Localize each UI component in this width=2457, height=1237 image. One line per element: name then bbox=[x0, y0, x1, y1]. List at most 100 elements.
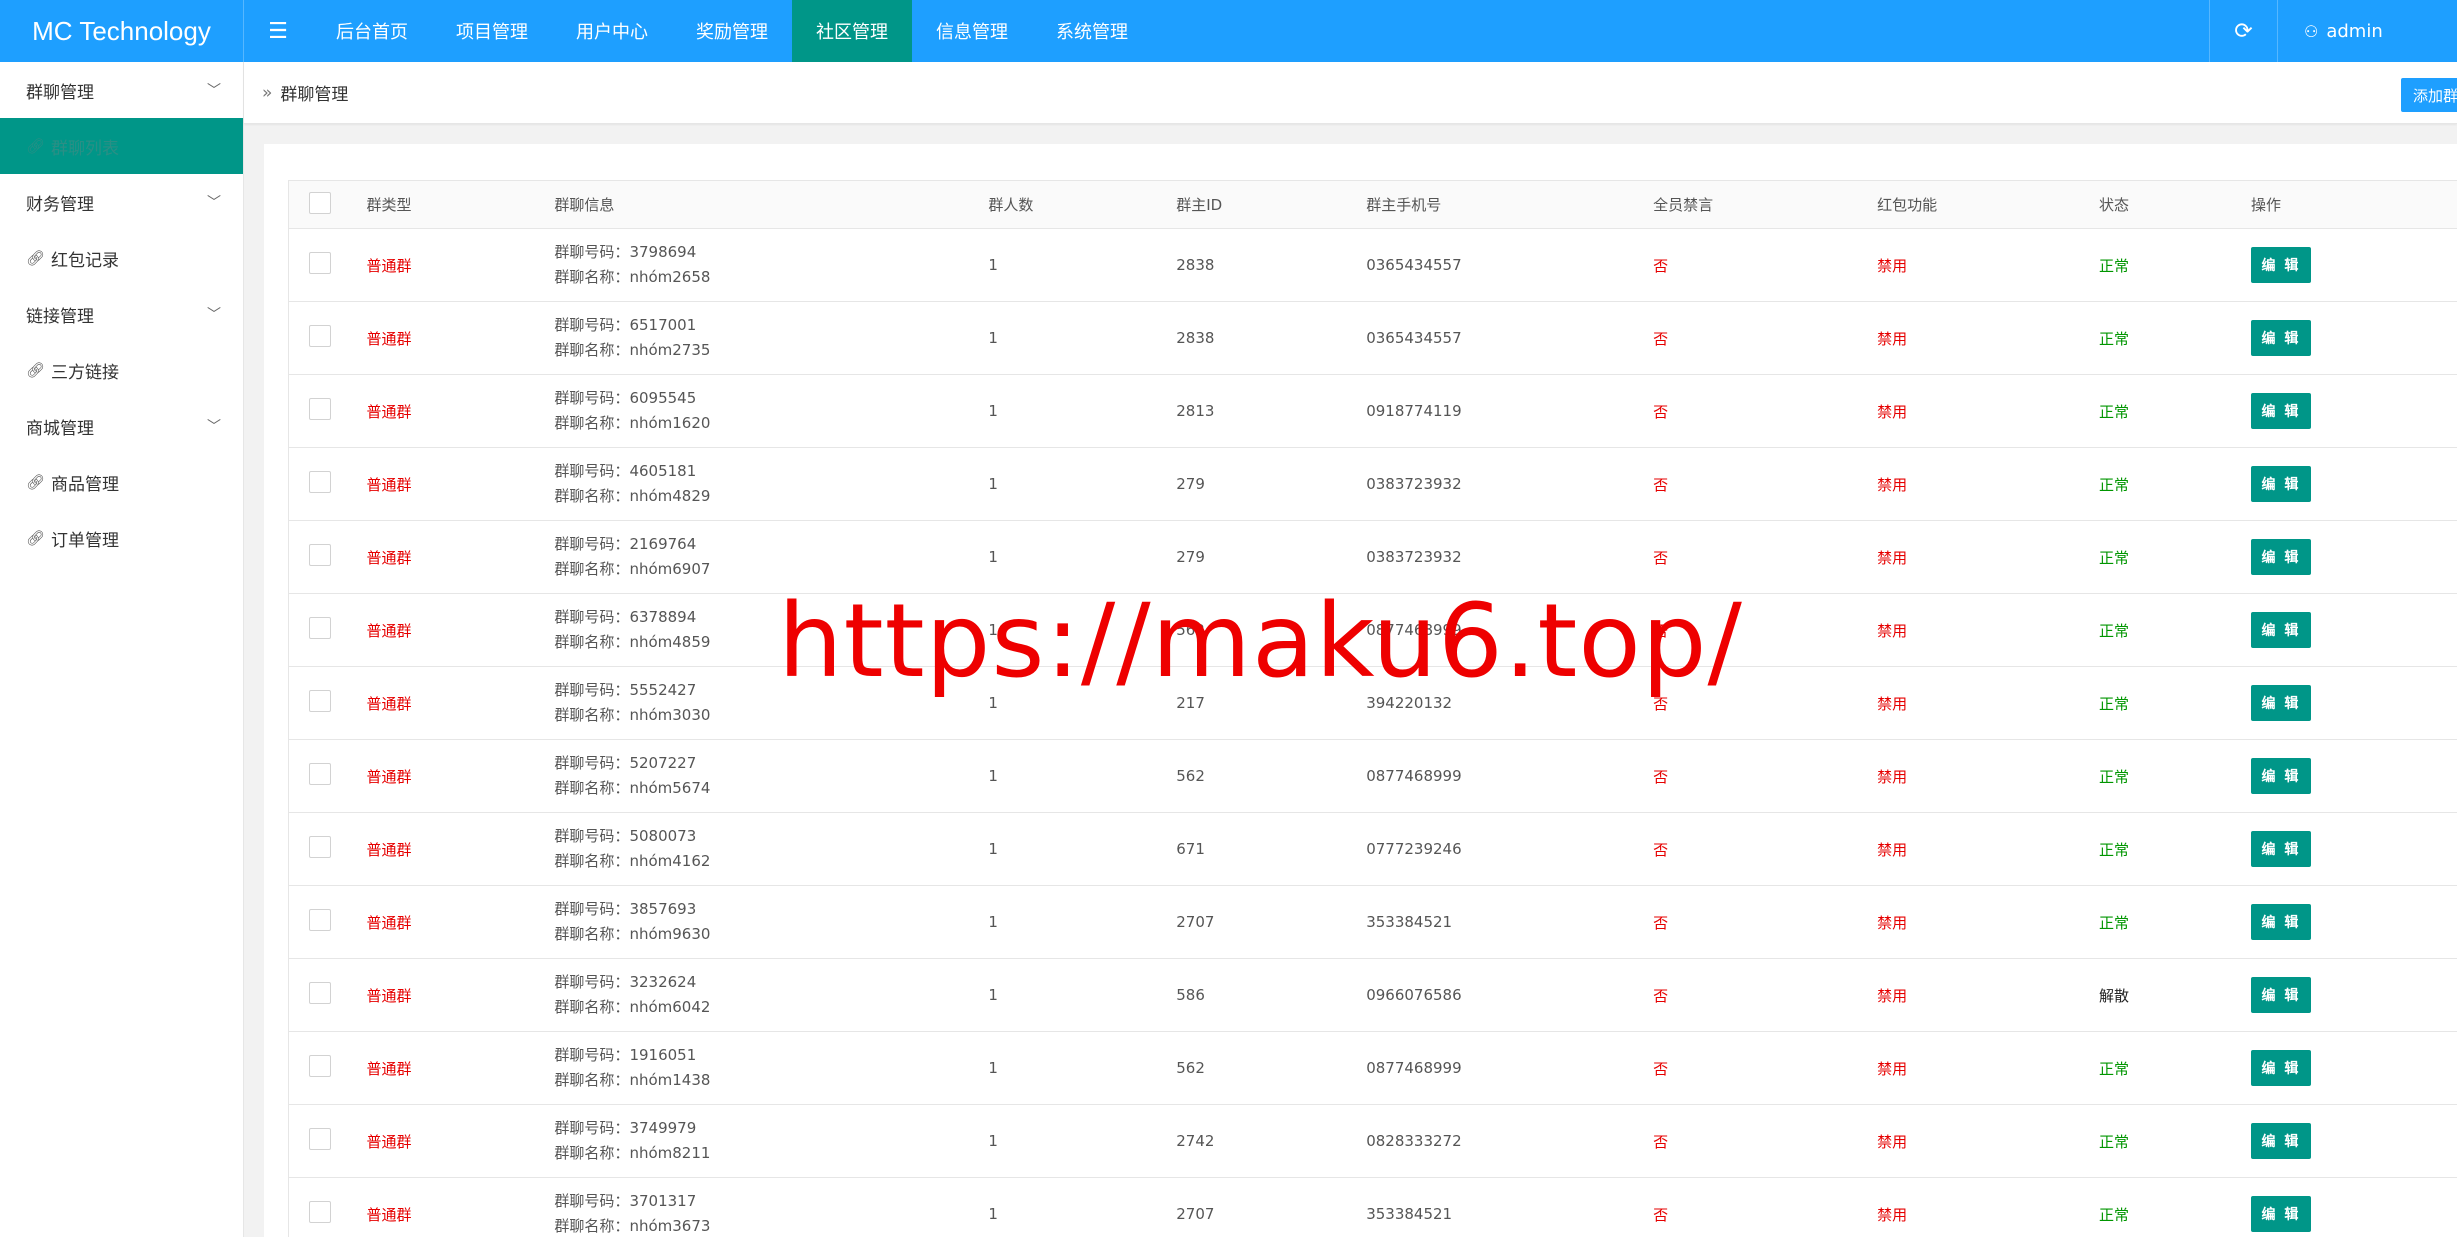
link-icon: 🔗︎ bbox=[26, 529, 46, 547]
group-name: 群聊名称：nhóm1438 bbox=[554, 1071, 711, 1089]
nav-users[interactable]: 用户中心 bbox=[552, 0, 672, 62]
sidebar-group-links[interactable]: 链接管理 ﹀ bbox=[0, 286, 243, 342]
actions-cell: 编 辑 bbox=[2250, 1178, 2457, 1237]
group-number: 群聊号码：6378894 bbox=[554, 608, 697, 626]
user-menu[interactable]: ⚇ admin bbox=[2277, 0, 2457, 62]
sidebar-item-redpacket[interactable]: 🔗︎ 红包记录 bbox=[0, 230, 243, 286]
group-type: 普通群 bbox=[366, 1205, 412, 1224]
sidebar-item-orders[interactable]: 🔗︎ 订单管理 bbox=[0, 510, 243, 566]
edit-button[interactable]: 编 辑 bbox=[2250, 685, 2311, 721]
main-content: » 群聊管理 添加群聊 群类型 群聊信息 bbox=[244, 62, 2457, 1237]
sidebar-group-mall[interactable]: 商城管理 ﹀ bbox=[0, 398, 243, 454]
group-type: 普通群 bbox=[366, 1132, 412, 1151]
actions-cell: 编 辑 bbox=[2250, 1105, 2457, 1178]
row-checkbox[interactable] bbox=[309, 1055, 331, 1077]
row-checkbox[interactable] bbox=[309, 617, 331, 639]
table-row: 普通群 群聊号码：5207227 群聊名称：nhóm5674 1 562 08774689… bbox=[288, 739, 2457, 813]
status-badge: 正常 bbox=[2099, 402, 2130, 421]
row-checkbox[interactable] bbox=[309, 325, 331, 347]
add-group-button[interactable]: 添加群聊 bbox=[2401, 78, 2457, 112]
row-checkbox[interactable] bbox=[309, 763, 331, 785]
group-info: 群聊号码：5552427 群聊名称：nhóm3030 bbox=[554, 667, 988, 740]
hamburger-icon[interactable]: ☰ bbox=[244, 0, 312, 62]
col-type[interactable]: 群类型 bbox=[366, 181, 554, 229]
group-info: 群聊号码：6517001 群聊名称：nhóm2735 bbox=[554, 302, 988, 375]
select-all-checkbox[interactable] bbox=[309, 191, 331, 214]
row-checkbox[interactable] bbox=[309, 544, 331, 566]
redpacket-status: 禁用 bbox=[1877, 1132, 1908, 1151]
edit-button[interactable]: 编 辑 bbox=[2250, 758, 2311, 794]
refresh-icon[interactable]: ⟳ bbox=[2209, 0, 2277, 62]
owner-phone: 0777239246 bbox=[1366, 840, 1462, 858]
sidebar-group-chat[interactable]: 群聊管理 ﹀ bbox=[0, 62, 243, 118]
group-type: 普通群 bbox=[366, 621, 412, 640]
group-type: 普通群 bbox=[366, 256, 412, 275]
sidebar-item-chat-list[interactable]: 🔗︎ 群聊列表 bbox=[0, 118, 243, 174]
edit-button[interactable]: 编 辑 bbox=[2250, 393, 2311, 429]
row-checkbox[interactable] bbox=[309, 982, 331, 1004]
edit-button[interactable]: 编 辑 bbox=[2250, 1050, 2311, 1086]
group-type: 普通群 bbox=[366, 402, 412, 421]
table-row: 普通群 群聊号码：5552427 群聊名称：nhóm3030 1 217 39422013… bbox=[288, 666, 2457, 740]
edit-button[interactable]: 编 辑 bbox=[2250, 904, 2311, 940]
table-row: 普通群 群聊号码：5080073 群聊名称：nhóm4162 1 671 07772392… bbox=[288, 812, 2457, 886]
row-checkbox[interactable] bbox=[309, 909, 331, 931]
nav-system[interactable]: 系统管理 bbox=[1032, 0, 1152, 62]
sidebar-item-products[interactable]: 🔗︎ 商品管理 bbox=[0, 454, 243, 510]
col-members[interactable]: 群人数 bbox=[988, 181, 1176, 229]
edit-button[interactable]: 编 辑 bbox=[2250, 1196, 2311, 1232]
row-checkbox[interactable] bbox=[309, 690, 331, 712]
edit-button[interactable]: 编 辑 bbox=[2250, 831, 2311, 867]
col-info[interactable]: 群聊信息 bbox=[554, 181, 988, 229]
edit-button[interactable]: 编 辑 bbox=[2250, 612, 2311, 648]
sidebar-group-finance[interactable]: 财务管理 ﹀ bbox=[0, 174, 243, 230]
link-icon: 🔗︎ bbox=[26, 249, 46, 267]
table-row: 普通群 群聊号码：3701317 群聊名称：nhóm3673 1 2707 3533845… bbox=[288, 1177, 2457, 1237]
row-checkbox[interactable] bbox=[309, 471, 331, 493]
group-name: 群聊名称：nhóm3673 bbox=[554, 1217, 711, 1235]
edit-button[interactable]: 编 辑 bbox=[2250, 539, 2311, 575]
sidebar-item-third-party[interactable]: 🔗︎ 三方链接 bbox=[0, 342, 243, 398]
nav-projects[interactable]: 项目管理 bbox=[432, 0, 552, 62]
group-number: 群聊号码：5207227 bbox=[554, 754, 697, 772]
col-owner-phone[interactable]: 群主手机号 bbox=[1366, 181, 1653, 229]
group-info: 群聊号码：3232624 群聊名称：nhóm6042 bbox=[554, 959, 988, 1032]
status-badge: 正常 bbox=[2099, 1059, 2130, 1078]
member-count: 1 bbox=[988, 694, 998, 712]
actions-cell: 编 辑 bbox=[2250, 521, 2457, 594]
mute-all: 否 bbox=[1653, 548, 1669, 567]
status-badge: 正常 bbox=[2099, 329, 2130, 348]
actions-cell: 编 辑 bbox=[2250, 375, 2457, 448]
col-actions: 操作 bbox=[2250, 196, 2281, 214]
nav-community[interactable]: 社区管理 bbox=[792, 0, 912, 62]
nav-home[interactable]: 后台首页 bbox=[312, 0, 432, 62]
row-checkbox[interactable] bbox=[309, 398, 331, 420]
edit-button[interactable]: 编 辑 bbox=[2250, 977, 2311, 1013]
chevron-down-icon: ﹀ bbox=[207, 419, 221, 435]
table-row: 普通群 群聊号码：3232624 群聊名称：nhóm6042 1 586 09660765… bbox=[288, 958, 2457, 1032]
col-owner-id[interactable]: 群主ID bbox=[1176, 181, 1366, 229]
actions-cell: 编 辑 bbox=[2250, 813, 2457, 886]
row-checkbox[interactable] bbox=[309, 252, 331, 274]
actions-cell: 编 辑 bbox=[2250, 886, 2457, 959]
row-checkbox[interactable] bbox=[309, 1128, 331, 1150]
page-title: 群聊管理 bbox=[280, 85, 349, 105]
group-name: 群聊名称：nhóm8211 bbox=[554, 1144, 711, 1162]
row-checkbox[interactable] bbox=[309, 1201, 331, 1223]
edit-button[interactable]: 编 辑 bbox=[2250, 466, 2311, 502]
actions-cell: 编 辑 bbox=[2250, 959, 2457, 1032]
col-status[interactable]: 状态 bbox=[2099, 181, 2251, 229]
owner-id: 562 bbox=[1176, 1059, 1205, 1077]
status-badge: 正常 bbox=[2099, 1205, 2130, 1224]
col-mute[interactable]: 全员禁言 bbox=[1653, 181, 1877, 229]
member-count: 1 bbox=[988, 913, 998, 931]
edit-button[interactable]: 编 辑 bbox=[2250, 320, 2311, 356]
edit-button[interactable]: 编 辑 bbox=[2250, 247, 2311, 283]
nav-rewards[interactable]: 奖励管理 bbox=[672, 0, 792, 62]
col-redpacket[interactable]: 红包功能 bbox=[1877, 181, 2099, 229]
nav-info[interactable]: 信息管理 bbox=[912, 0, 1032, 62]
owner-phone: 0918774119 bbox=[1366, 402, 1462, 420]
edit-button[interactable]: 编 辑 bbox=[2250, 1123, 2311, 1159]
double-chevron-icon: » bbox=[262, 82, 273, 103]
row-checkbox[interactable] bbox=[309, 836, 331, 858]
